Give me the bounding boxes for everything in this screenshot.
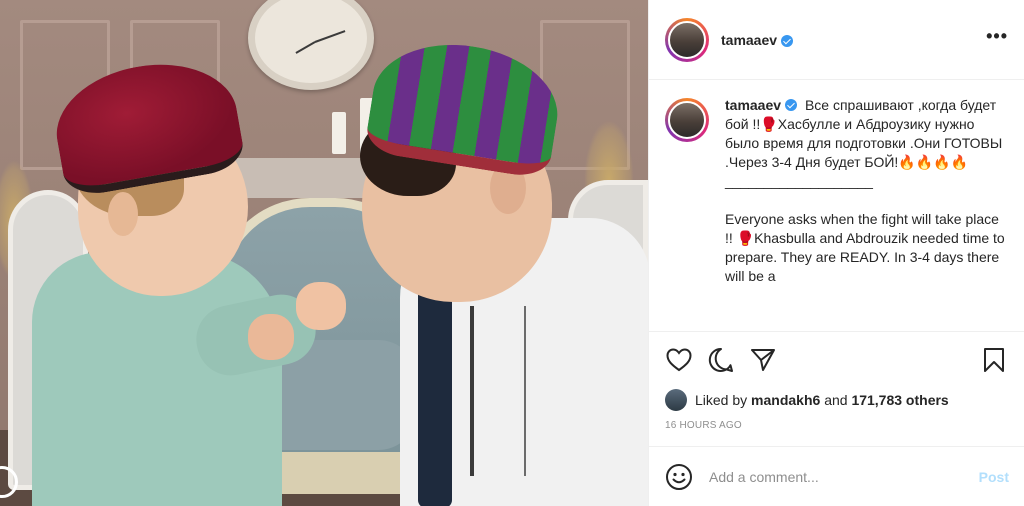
liked-prefix: Liked by — [695, 392, 748, 408]
send-icon[interactable] — [749, 346, 777, 374]
post-timestamp[interactable]: 16 HOURS AGO — [649, 412, 1024, 442]
bookmark-icon[interactable] — [980, 346, 1008, 374]
likes-text: Liked by mandakh6 and 171,783 others — [695, 392, 949, 408]
smiley-icon[interactable] — [665, 463, 693, 491]
shirt-print — [470, 306, 526, 476]
avatar[interactable] — [668, 101, 706, 139]
more-options-icon[interactable]: ••• — [986, 26, 1008, 53]
story-ring[interactable] — [665, 17, 709, 62]
post-header: tamaaev ••• — [649, 0, 1024, 80]
story-ring[interactable] — [665, 98, 709, 142]
caption-area: tamaaev Все спрашивают ,когда будет бой … — [649, 80, 1024, 332]
post-side-panel: tamaaev ••• tamaaev Все спрашивают ,когд… — [648, 0, 1024, 506]
header-username[interactable]: tamaaev — [721, 32, 777, 48]
verified-badge-icon — [781, 34, 794, 47]
post-comment-button[interactable]: Post — [979, 469, 1009, 485]
caption: tamaaev Все спрашивают ,когда будет бой … — [725, 96, 1008, 331]
post-photo[interactable] — [0, 0, 648, 506]
liker-avatar[interactable] — [665, 389, 687, 411]
left-child-fist — [296, 282, 346, 330]
candle — [332, 112, 346, 154]
liked-others-link[interactable]: 171,783 others — [851, 392, 948, 408]
left-child-fist — [248, 314, 294, 360]
comment-icon[interactable] — [707, 346, 735, 374]
liked-user-link[interactable]: mandakh6 — [751, 392, 820, 408]
comment-bar: Post — [649, 446, 1024, 506]
avatar[interactable] — [668, 20, 706, 59]
verified-badge-icon — [785, 99, 798, 111]
clock-hand — [295, 41, 316, 54]
caption-body: Все спрашивают ,когда будет бой !!🥊Хасбу… — [725, 97, 1005, 284]
comment-input[interactable] — [709, 468, 979, 485]
likes-summary: Liked by mandakh6 and 171,783 others — [649, 388, 1024, 412]
caption-username[interactable]: tamaaev — [725, 97, 781, 113]
wall-clock — [248, 0, 374, 90]
right-child-vest — [418, 268, 452, 506]
liked-and: and — [824, 392, 848, 408]
left-child-ear — [108, 192, 138, 236]
heart-icon[interactable] — [665, 346, 693, 374]
action-bar — [649, 332, 1024, 388]
clock-hand — [314, 30, 346, 43]
